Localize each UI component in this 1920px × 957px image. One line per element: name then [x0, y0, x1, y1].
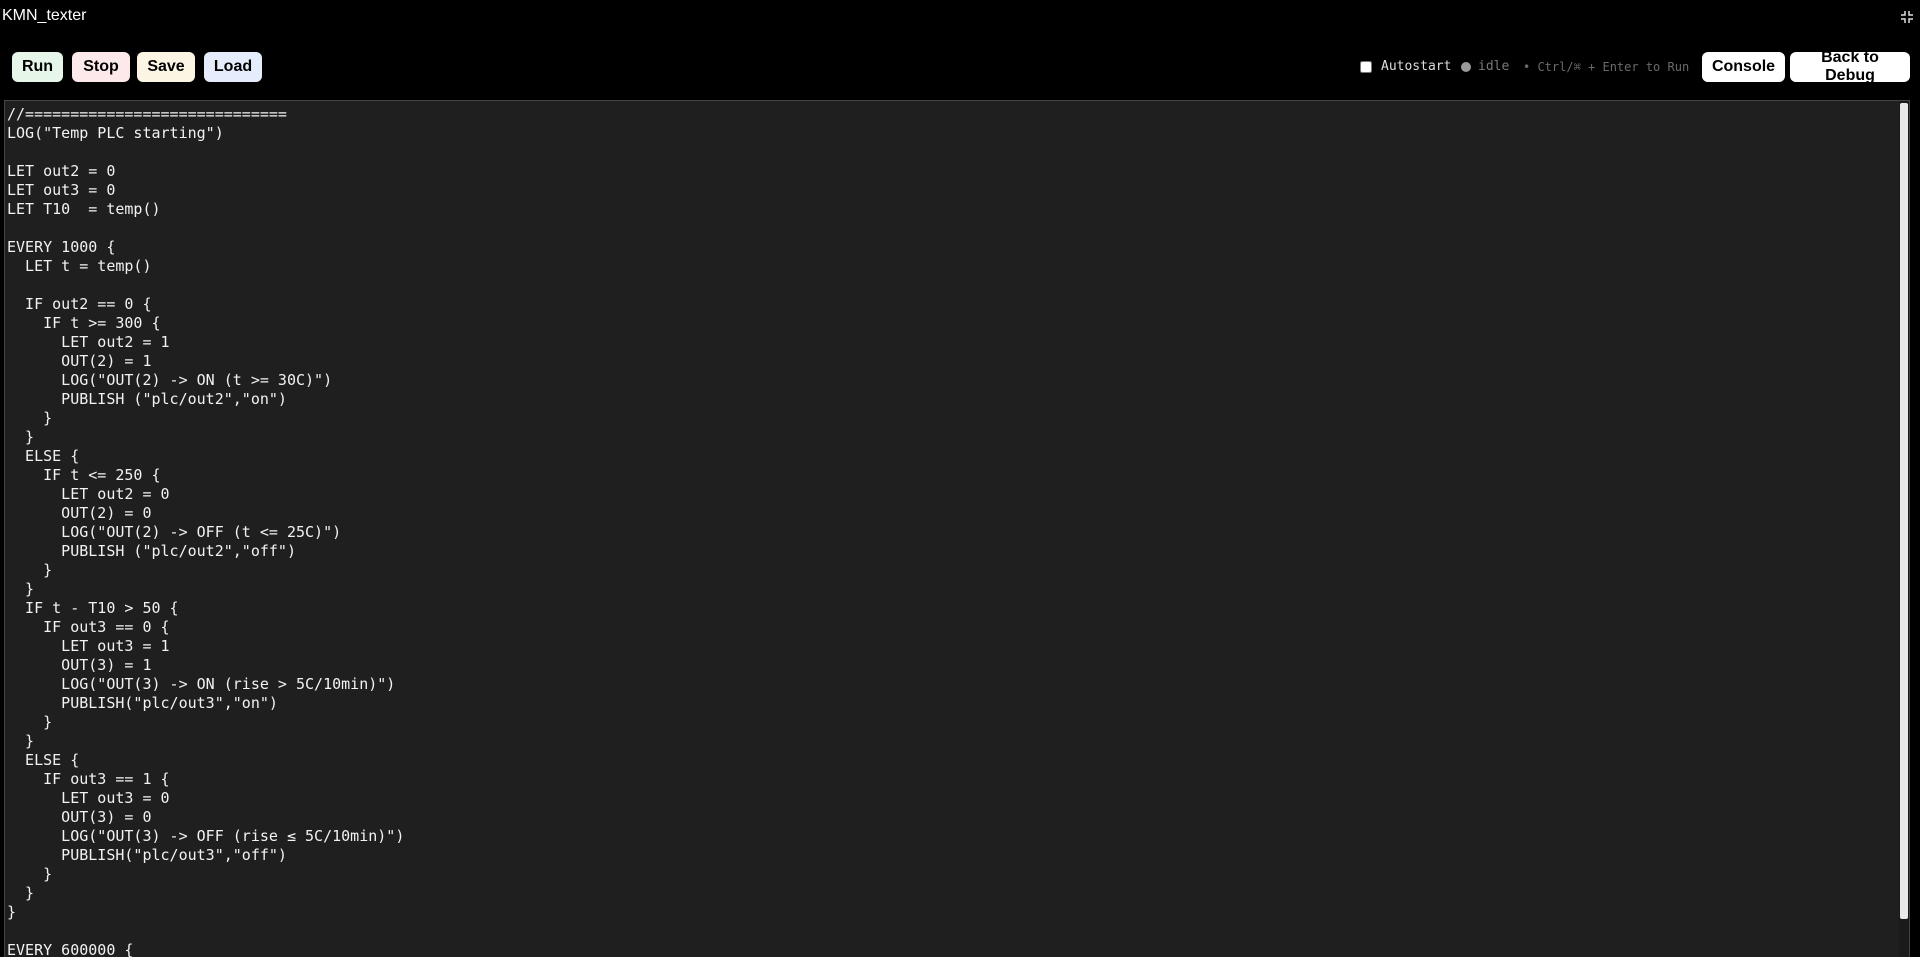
load-button[interactable]: Load [204, 52, 262, 82]
title-bar: KMN_texter [0, 0, 1920, 34]
back-to-debug-button[interactable]: Back to Debug [1790, 49, 1910, 84]
shortcut-hint: • Ctrl/⌘ + Enter to Run [1523, 60, 1690, 74]
scrollbar[interactable] [1899, 101, 1909, 957]
collapse-icon[interactable] [1900, 10, 1914, 24]
code-editor[interactable]: //============================= LOG("Tem… [4, 100, 1910, 957]
autostart-label: Autostart [1381, 59, 1452, 74]
app-title: KMN_texter [2, 7, 87, 24]
scrollbar-thumb[interactable] [1900, 103, 1908, 919]
console-button[interactable]: Console [1702, 52, 1785, 82]
status-dot-icon [1461, 62, 1471, 72]
autostart-checkbox[interactable] [1360, 61, 1372, 73]
status-text: idle [1478, 59, 1510, 74]
stop-button[interactable]: Stop [72, 52, 130, 82]
save-button[interactable]: Save [137, 52, 195, 82]
run-button[interactable]: Run [12, 52, 63, 82]
toolbar: Run Stop Save Load Autostart idle • Ctrl… [0, 52, 1920, 84]
code-text[interactable]: //============================= LOG("Tem… [7, 105, 404, 957]
